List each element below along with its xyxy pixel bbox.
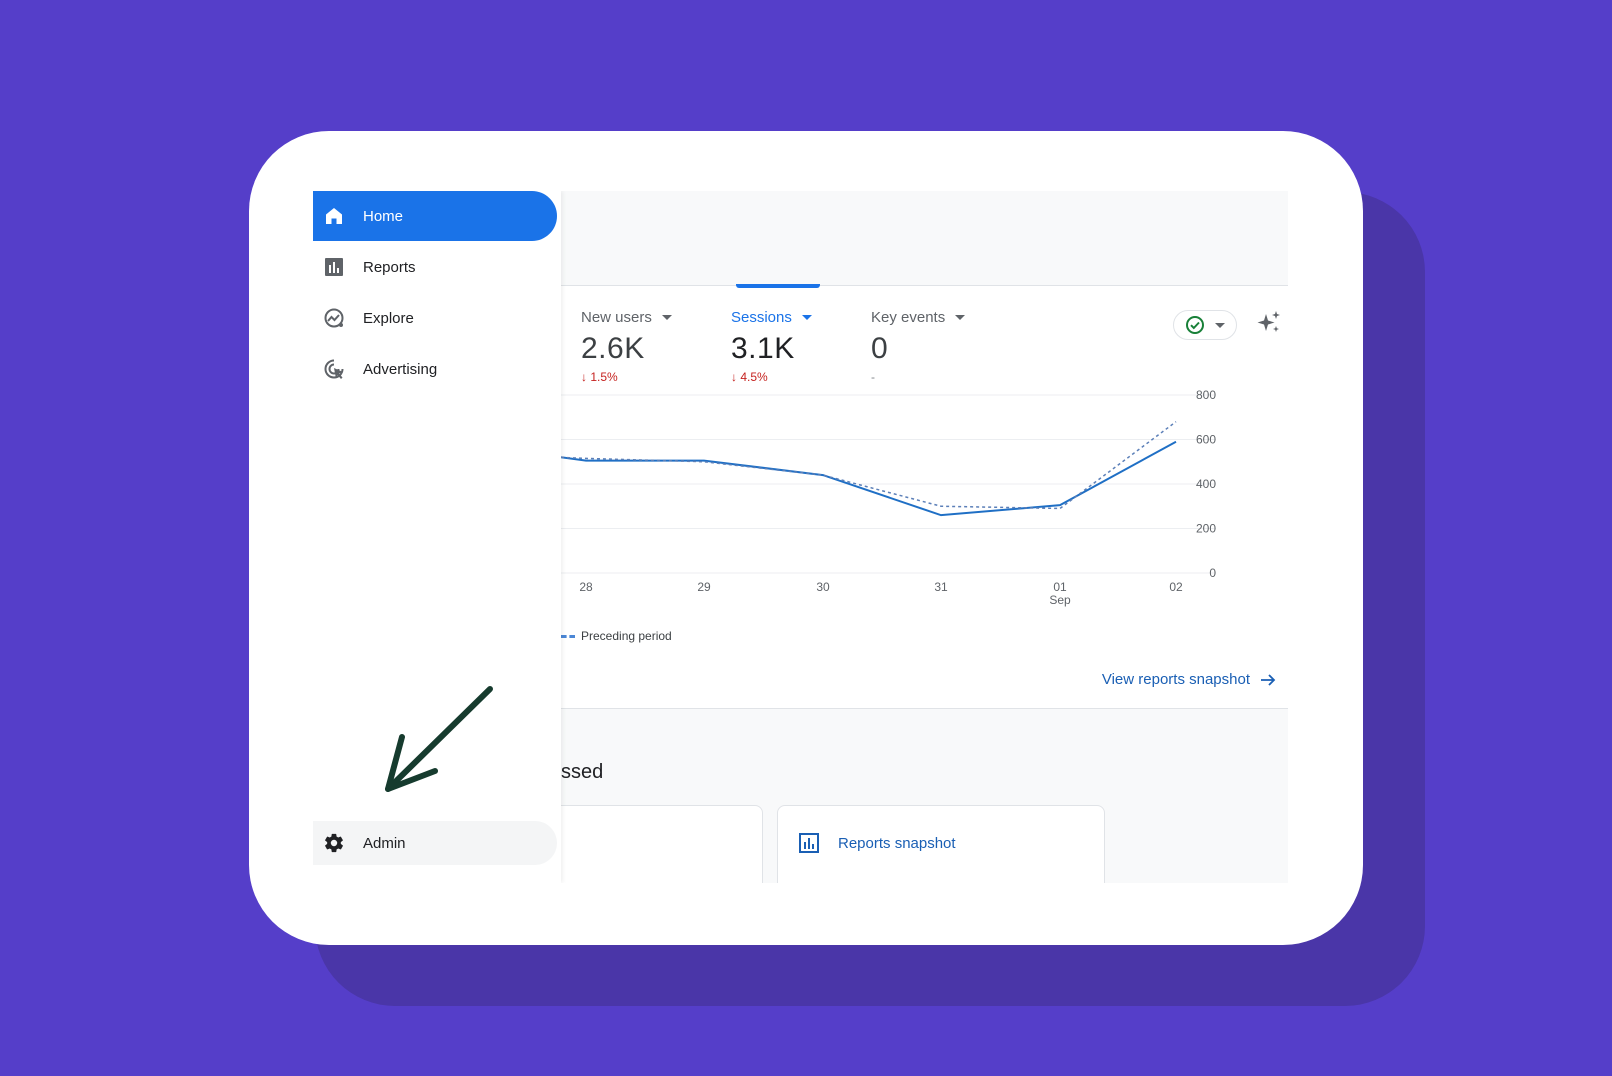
arrow-down-icon: ↓ [731, 370, 737, 384]
x-sub-label: Sep [1049, 593, 1071, 607]
metric-label: Key events [871, 309, 966, 326]
x-tick-label: 01 [1053, 580, 1067, 594]
annotation-arrow-icon [385, 686, 493, 792]
metric-key-events[interactable]: Key events 0 - [871, 309, 966, 384]
view-reports-snapshot-link[interactable]: View reports snapshot [1102, 671, 1276, 688]
sidebar-item-advertising[interactable]: Advertising [313, 344, 557, 394]
metric-label: Sessions [731, 309, 812, 326]
sidebar-item-home[interactable]: Home [313, 191, 557, 241]
reports-icon [799, 833, 819, 853]
main-content: New users 2.6K ↓ 1.5% Sessions 3.1K ↓ 4.… [541, 191, 1288, 883]
analytics-viewport: New users 2.6K ↓ 1.5% Sessions 3.1K ↓ 4.… [313, 191, 1288, 883]
x-tick-label: 28 [579, 580, 593, 594]
legend-dash-swatch [561, 634, 575, 638]
reports-snapshot-card[interactable]: Reports snapshot [777, 805, 1105, 883]
caret-down-icon [661, 315, 672, 320]
metric-delta: ↓ 1.5% [581, 370, 618, 384]
screenshot-card: New users 2.6K ↓ 1.5% Sessions 3.1K ↓ 4.… [249, 131, 1363, 945]
y-tick-label: 400 [1196, 477, 1216, 491]
chart-legend: Preceding period [561, 629, 672, 643]
sidebar-item-explore[interactable]: Explore [313, 293, 557, 343]
x-tick-label: 02 [1169, 580, 1183, 594]
metric-delta: ↓ 4.5% [731, 370, 768, 384]
metric-value: 3.1K [731, 332, 795, 365]
series-line-preceding-period [560, 421, 1177, 510]
explore-icon [321, 305, 347, 331]
y-tick-label: 800 [1196, 388, 1216, 402]
sparkle-insights-icon[interactable] [1255, 309, 1283, 337]
x-tick-label: 29 [697, 580, 711, 594]
sidebar-item-admin[interactable]: Admin [313, 821, 557, 865]
recently-accessed-section: ssed Reports snapshot [541, 708, 1288, 883]
active-tab-indicator [736, 284, 820, 288]
metric-sessions[interactable]: Sessions 3.1K ↓ 4.5% [731, 309, 812, 384]
arrow-right-icon [1261, 673, 1276, 686]
x-tick-label: 30 [816, 580, 830, 594]
arrow-down-icon: ↓ [581, 370, 587, 384]
sessions-chart: 0 200 400 600 800 28 29 30 31 01 02 Sep [560, 387, 1261, 627]
caret-down-icon [955, 315, 966, 320]
main-header [561, 191, 1288, 286]
sidebar-item-reports[interactable]: Reports [313, 242, 557, 292]
section-title: ssed [561, 761, 604, 783]
y-tick-label: 600 [1196, 433, 1216, 447]
home-icon [321, 203, 347, 229]
gear-icon [321, 830, 347, 856]
data-quality-dropdown[interactable] [1173, 310, 1237, 340]
y-tick-label: 200 [1196, 522, 1216, 536]
y-tick-label: 0 [1209, 566, 1216, 580]
series-line-sessions [560, 440, 1177, 517]
recent-card[interactable] [541, 805, 763, 883]
bar-chart-icon [321, 254, 347, 280]
metric-label: New users [581, 309, 672, 326]
metric-delta: - [871, 370, 875, 384]
line-chart-svg: 0 200 400 600 800 28 29 30 31 01 02 Sep [560, 388, 1216, 607]
check-circle-icon [1186, 316, 1204, 334]
caret-down-icon [1215, 322, 1225, 328]
metric-new-users[interactable]: New users 2.6K ↓ 1.5% [581, 309, 672, 384]
legend-preceding-period: Preceding period [581, 629, 672, 643]
metric-value: 0 [871, 332, 889, 365]
caret-down-icon [801, 315, 812, 320]
advertising-icon [321, 356, 347, 382]
metric-value: 2.6K [581, 332, 645, 365]
x-tick-label: 31 [934, 580, 948, 594]
